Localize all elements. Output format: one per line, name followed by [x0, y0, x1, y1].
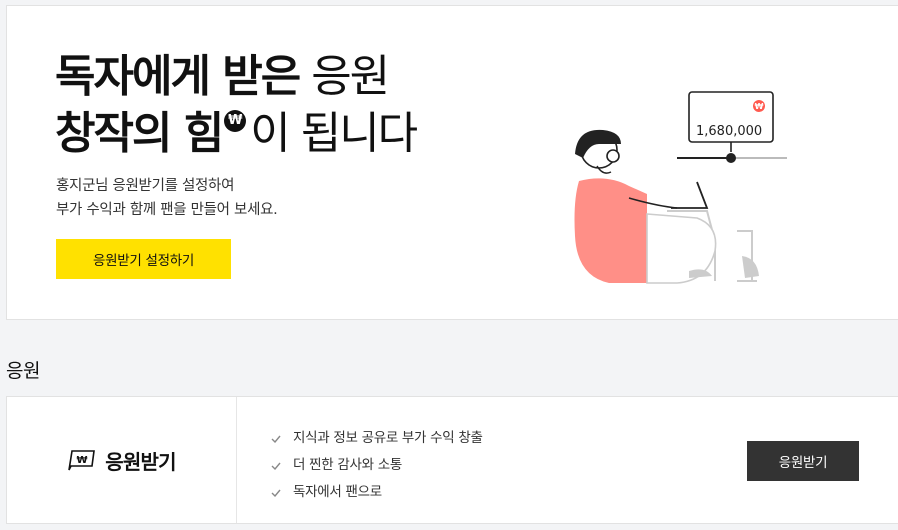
section-title: 응원	[6, 360, 40, 382]
hero-title-line2-bold: 창작의 힘	[55, 108, 224, 159]
support-ticket-won: ₩	[77, 455, 88, 466]
support-ticket-icon: ₩	[68, 450, 96, 471]
hero-desc-line2: 부가 수익과 함께 팬을 만들어 보세요.	[56, 202, 278, 218]
card-logo: ₩ 응원받기	[67, 446, 177, 475]
feature-text: 더 찐한 감사와 소통	[293, 457, 402, 473]
hero-title-line1-light: 응원	[311, 51, 390, 102]
amount-won-glyph: ₩	[755, 102, 764, 111]
check-icon	[271, 489, 281, 497]
person-body	[574, 178, 647, 283]
feature-text: 지식과 정보 공유로 부가 수익 창출	[293, 430, 483, 446]
check-icon	[271, 462, 281, 470]
card-logo-text: 응원받기	[105, 449, 176, 474]
support-card: ₩ 응원받기 지식과 정보 공유로 부가 수익 창출 더 찐한 감사와 소통 독…	[6, 396, 898, 524]
creator-illustration: ₩ 1,680,000	[574, 91, 787, 284]
hero-banner: 독자에게 받은 응원 창작의 힘 ₩ 이 됩니다 홍지군님 응원받기를 설정하여 부…	[6, 5, 898, 320]
hero-title-line1: 독자에게 받은 응원	[55, 48, 416, 105]
feature-item: 지식과 정보 공유로 부가 수익 창출	[271, 425, 483, 452]
won-coin-icon: ₩	[224, 110, 247, 132]
feature-text: 독자에서 팬으로	[293, 484, 382, 500]
hero-title-line2-light: 이 됩니다	[250, 108, 418, 159]
feature-item: 더 찐한 감사와 소통	[271, 452, 483, 479]
person-glasses	[606, 149, 620, 163]
laptop	[671, 181, 709, 209]
person-shoe-left	[689, 269, 712, 278]
support-button[interactable]: 응원받기	[747, 441, 859, 481]
hero-title-line1-bold: 독자에게 받은	[55, 51, 301, 102]
feature-item: 독자에서 팬으로	[271, 479, 483, 506]
card-logo-area: ₩ 응원받기	[7, 397, 237, 523]
slider-handle	[726, 153, 736, 163]
check-icon	[271, 435, 281, 443]
hero-title-line2: 창작의 힘 ₩ 이 됩니다	[55, 105, 418, 162]
hero-title: 독자에게 받은 응원 창작의 힘 ₩ 이 됩니다	[55, 48, 418, 162]
setup-support-button[interactable]: 응원받기 설정하기	[56, 239, 231, 279]
person-shoe-right	[742, 256, 759, 278]
amount-value: 1,680,000	[696, 124, 762, 139]
hero-desc-line1: 홍지군님 응원받기를 설정하여	[56, 178, 235, 194]
hero-description: 홍지군님 응원받기를 설정하여 부가 수익과 함께 팬을 만들어 보세요.	[56, 174, 278, 222]
feature-list: 지식과 정보 공유로 부가 수익 창출 더 찐한 감사와 소통 독자에서 팬으로	[271, 425, 483, 506]
